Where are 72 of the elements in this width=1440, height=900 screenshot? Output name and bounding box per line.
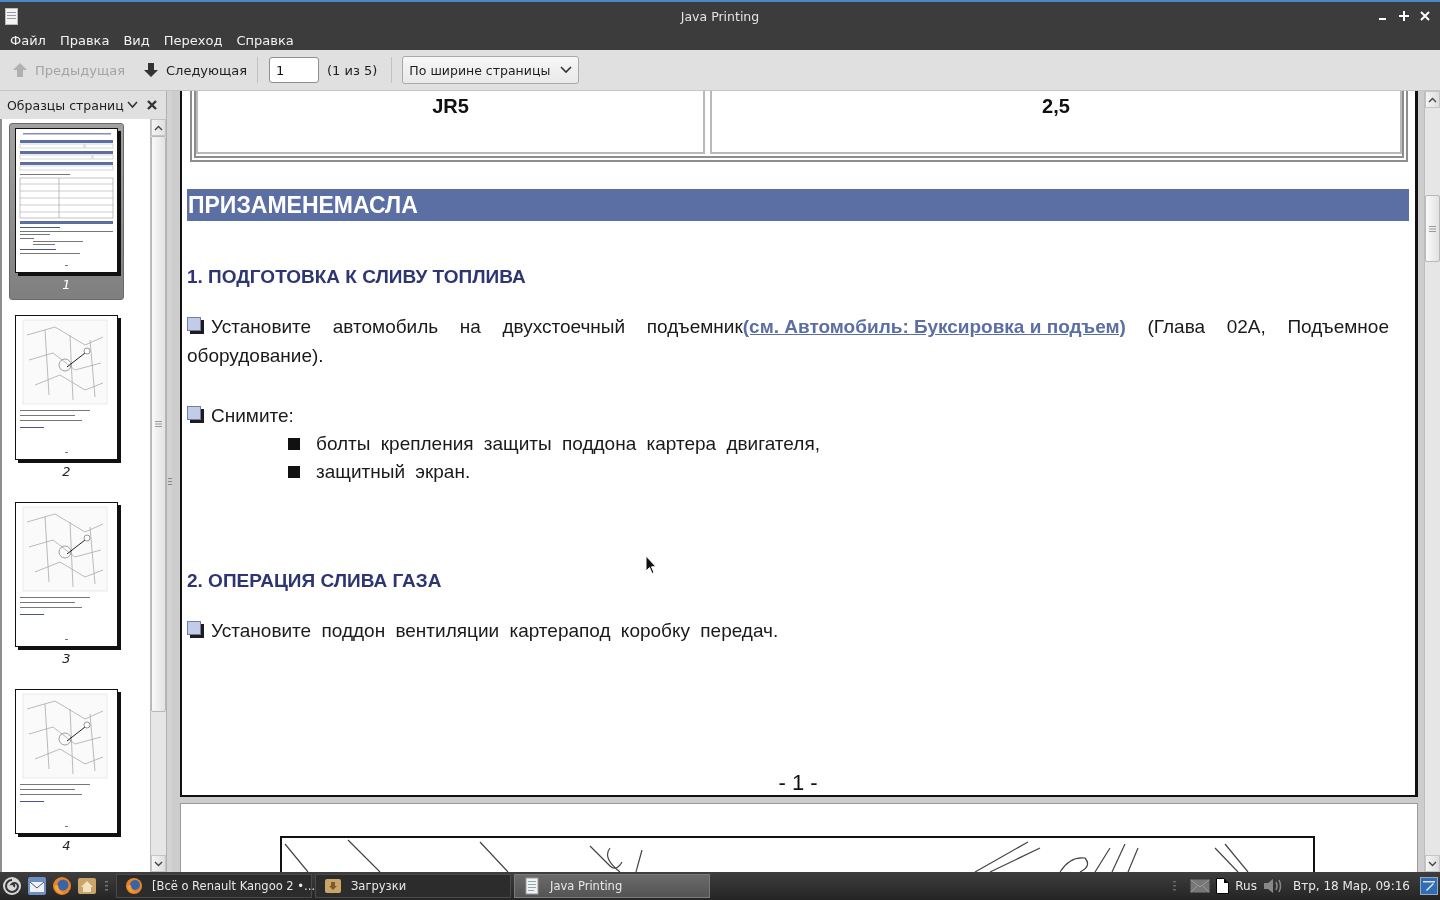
arrow-down-icon	[143, 62, 159, 78]
thumbnails-dropdown[interactable]: Образцы страниц	[7, 97, 138, 113]
square-bullet-icon	[288, 466, 300, 478]
menu-item[interactable]: Справка	[229, 30, 301, 50]
grip-icon	[155, 421, 162, 427]
grip-icon	[167, 477, 172, 486]
page-thumbnail[interactable]: 4	[9, 684, 124, 861]
scrollbar-thumb[interactable]	[151, 136, 166, 712]
globe-icon	[125, 877, 143, 895]
menu-item[interactable]: Правка	[52, 30, 117, 50]
arrow-up-icon	[12, 62, 28, 78]
page-number: - 1 -	[778, 771, 818, 795]
keyboard-layout[interactable]: Rus	[1235, 879, 1257, 893]
splitter-handle[interactable]	[166, 91, 172, 872]
table-cell: 2,5	[710, 91, 1402, 154]
taskbar-button[interactable]: Загрузки	[315, 874, 511, 898]
square-bullet-icon	[288, 438, 300, 450]
page-thumbnail[interactable]: 2	[9, 310, 124, 487]
document-icon[interactable]	[1216, 878, 1230, 894]
chevron-up-icon	[1428, 96, 1437, 103]
speaker-icon[interactable]	[1262, 878, 1283, 894]
bullet-icon	[187, 406, 204, 423]
instruction-text: Установите поддон вентиляции картерапод коробку передач.	[187, 616, 1389, 645]
reference-link[interactable]: (см. Автомобиль: Буксировка и подъем)	[742, 316, 1126, 338]
bullet-icon	[187, 621, 204, 638]
close-icon[interactable]	[147, 100, 157, 110]
home-folder-icon[interactable]	[77, 876, 97, 896]
chevron-down-icon	[560, 66, 573, 74]
table-cell: JR5	[196, 91, 705, 154]
scrollbar-thumb[interactable]	[1425, 195, 1440, 262]
grip-icon	[1429, 225, 1436, 232]
scrollbar-track[interactable]	[150, 119, 166, 872]
section-heading: 2. ОПЕРАЦИЯ СЛИВА ГАЗА	[187, 569, 443, 593]
bullet-icon	[187, 317, 204, 334]
menu-item[interactable]: Файл	[3, 30, 53, 50]
page-thumbnail[interactable]: 1	[9, 123, 124, 300]
mouse-pointer-icon	[645, 555, 657, 575]
desktop-icon[interactable]	[1420, 876, 1438, 896]
chevron-down-icon	[1428, 860, 1437, 867]
scroll-up-button[interactable]	[1425, 91, 1440, 108]
grip-icon	[105, 880, 108, 892]
window-title: Java Printing	[680, 8, 760, 24]
list-item-text: защитный экран.	[316, 460, 471, 484]
menu-item[interactable]: Переход	[156, 30, 230, 50]
instruction-text: Установите автомобиль на двухстоечный подъемник(см. Автомобиль: Буксировка и подъем) (Глава 02A, Подъемное оборудование).	[187, 315, 1389, 368]
clock[interactable]: Втр, 18 Мар, 09:16	[1292, 879, 1410, 893]
document-icon	[523, 877, 541, 895]
document-icon	[5, 7, 18, 25]
chevron-up-icon	[154, 124, 163, 131]
maximize-icon[interactable]	[1398, 10, 1410, 22]
taskbar-button[interactable]: Java Printing	[514, 874, 710, 898]
section-banner: ПРИЗАМЕНЕМАСЛА	[187, 189, 1409, 221]
page-count: (1 из 5)	[327, 62, 378, 78]
scroll-up-button[interactable]	[151, 119, 166, 136]
chevron-down-icon	[154, 860, 163, 867]
download-folder-icon	[324, 877, 342, 895]
page-number-field[interactable]: 1	[269, 57, 320, 83]
page-thumbnail[interactable]: 3	[9, 497, 124, 674]
globe-icon[interactable]	[52, 876, 72, 896]
list-item-text: болты крепления защиты поддона картера двигателя,	[316, 432, 820, 456]
envelope-icon[interactable]	[27, 876, 47, 896]
section-heading: 1. ПОДГОТОВКА К СЛИВУ ТОПЛИВА	[187, 265, 527, 289]
instruction-text: Снимите:	[187, 401, 1389, 430]
taskbar-button[interactable]: [Всё о Renault Kangoo 2 •...	[116, 874, 312, 898]
zoom-dropdown[interactable]: По ширине страницы	[402, 56, 580, 84]
menu-item[interactable]: Вид	[116, 30, 157, 50]
scroll-down-button[interactable]	[1425, 855, 1440, 872]
next-page-button[interactable]: Следующая	[139, 56, 252, 84]
scroll-down-button[interactable]	[151, 855, 166, 872]
chevron-down-icon	[126, 101, 138, 109]
start-menu-icon[interactable]	[2, 876, 22, 896]
scrollbar-track[interactable]	[1424, 91, 1440, 872]
